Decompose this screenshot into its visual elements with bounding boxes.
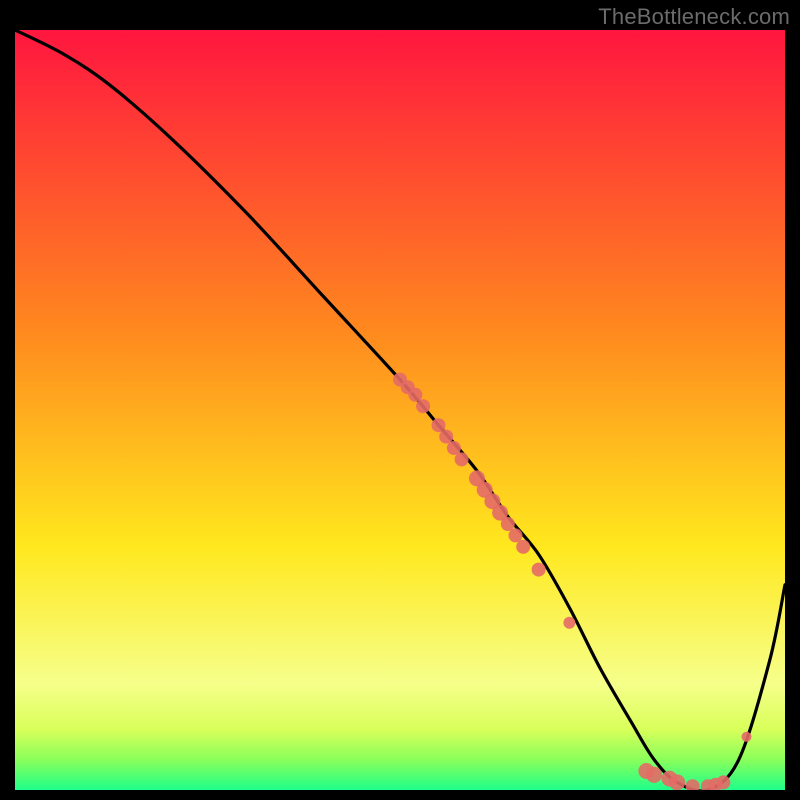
- marker-dot: [669, 774, 685, 790]
- marker-dot: [516, 540, 530, 554]
- gradient-background: [15, 30, 785, 790]
- marker-dot: [416, 399, 430, 413]
- marker-dot: [742, 732, 752, 742]
- marker-dot: [501, 517, 515, 531]
- marker-dot: [563, 617, 575, 629]
- marker-dot: [716, 775, 730, 789]
- marker-dot: [408, 388, 422, 402]
- marker-dot: [432, 418, 446, 432]
- marker-dot: [439, 430, 453, 444]
- watermark-text: TheBottleneck.com: [598, 4, 790, 30]
- marker-dot: [455, 452, 469, 466]
- bottleneck-chart: [15, 30, 785, 790]
- marker-dot: [509, 528, 523, 542]
- marker-dot: [532, 563, 546, 577]
- marker-dot: [447, 441, 461, 455]
- chart-frame: [15, 30, 785, 790]
- marker-dot: [646, 767, 662, 783]
